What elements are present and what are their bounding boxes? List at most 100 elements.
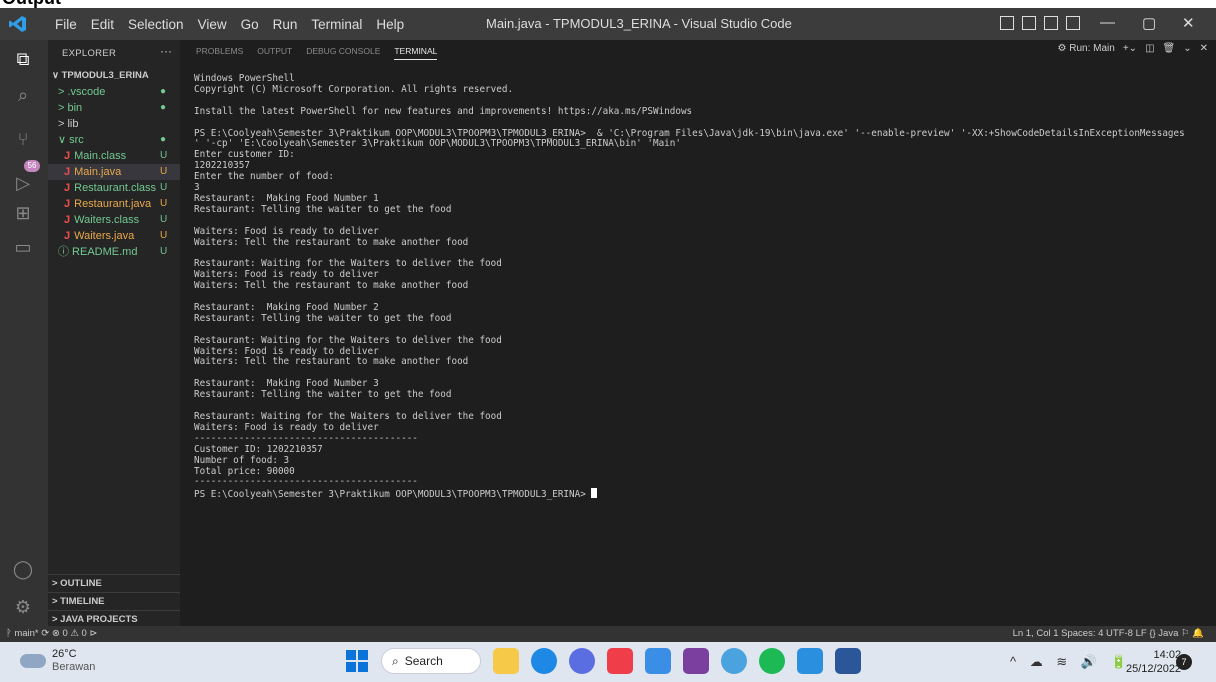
menu-edit[interactable]: Edit [84, 17, 121, 32]
windows-taskbar: 26°C Berawan ⌕ Search ^ ☁ ≋ 🔊 🔋 14:02 25/12… [0, 642, 1216, 682]
weather-widget[interactable]: 26°C Berawan [20, 648, 95, 674]
java-file-icon: J [64, 198, 71, 210]
tree-item-label: Restaurant.class [74, 182, 157, 194]
workspace-root[interactable]: ∨ TPMODUL3_ERINA [48, 68, 180, 84]
menu-selection[interactable]: Selection [121, 17, 191, 32]
terminal-output[interactable]: Windows PowerShell Copyright (C) Microsof… [194, 73, 1214, 501]
browser-icon[interactable] [569, 648, 595, 674]
outline-section[interactable]: > OUTLINE [48, 574, 180, 593]
tree-item[interactable]: ⓘ README.md U [48, 244, 180, 260]
terminal-line: Waiters: Tell the restaurant to make ano… [194, 236, 469, 248]
taskbar-search[interactable]: ⌕ Search [381, 648, 481, 674]
tree-item[interactable]: J Main.class U [48, 148, 180, 164]
split-terminal-icon[interactable]: ◫ [1145, 43, 1154, 54]
toggle-secondary-sidebar-icon[interactable] [1044, 16, 1058, 30]
taskbar-apps: ⌕ Search [345, 648, 861, 674]
restore-icon[interactable]: ▢ [1142, 14, 1156, 32]
toggle-panel-icon[interactable] [1022, 16, 1036, 30]
more-actions-icon[interactable]: ··· [160, 44, 172, 58]
git-status: U [160, 182, 168, 193]
file-explorer-icon[interactable] [493, 648, 519, 674]
menu-file[interactable]: File [48, 17, 84, 32]
explorer-icon[interactable]: ⧉ [12, 48, 34, 70]
terminal-line: ---------------------------------------- [194, 476, 418, 488]
run-main-label[interactable]: ⚙ Run: Main [1058, 43, 1115, 54]
menu-go[interactable]: Go [234, 17, 266, 32]
app-icon[interactable] [607, 648, 633, 674]
windows-start-icon[interactable] [345, 649, 369, 673]
tree-item-label: > lib [58, 118, 79, 130]
close-icon[interactable]: ✕ [1182, 14, 1195, 32]
tab-output[interactable]: OUTPUT [257, 46, 292, 60]
search-icon: ⌕ [392, 653, 399, 668]
tab-terminal[interactable]: TERMINAL [394, 46, 438, 60]
tree-item-label: Main.java [74, 166, 122, 178]
source-control-badge: 56 [24, 160, 40, 172]
tree-item[interactable]: J Restaurant.class U [48, 180, 180, 196]
terminal-line: Enter the number of food: [194, 171, 334, 183]
testing-icon[interactable]: ▭ [12, 236, 34, 258]
customize-layout-icon[interactable] [1066, 16, 1080, 30]
vscode-taskbar-icon[interactable] [797, 648, 823, 674]
terminal-line: Restaurant: Waiting for the Waiters to d… [194, 334, 502, 346]
menu-view[interactable]: View [191, 17, 234, 32]
tree-item[interactable]: > lib [48, 116, 180, 132]
tree-item-label: > .vscode [58, 86, 106, 98]
onenote-icon[interactable] [683, 648, 709, 674]
tree-item[interactable]: J Main.java U [48, 164, 180, 180]
git-status: ● [160, 86, 167, 97]
tree-item[interactable]: > .vscode ● [48, 84, 180, 100]
tree-item[interactable]: J Waiters.class U [48, 212, 180, 228]
panel-tabs: PROBLEMS OUTPUT DEBUG CONSOLE TERMINAL [196, 46, 438, 60]
spotify-icon[interactable] [759, 648, 785, 674]
tree-item-label: Main.class [74, 150, 127, 162]
tree-item-label: Restaurant.java [74, 198, 152, 210]
menu-help[interactable]: Help [369, 17, 411, 32]
minimize-icon[interactable]: — [1100, 14, 1115, 31]
activity-bar: ⧉ ⌕ ⑂ 56 ▷ ⊞ ▭ ◯ ⚙ [0, 40, 48, 626]
menu-terminal[interactable]: Terminal [304, 17, 369, 32]
menu-run[interactable]: Run [266, 17, 305, 32]
terminal-line: Enter customer ID: [194, 149, 295, 161]
word-icon[interactable] [835, 648, 861, 674]
git-status: U [160, 150, 168, 161]
chrome-icon[interactable] [531, 648, 557, 674]
clock-date: 25/12/2022 [1126, 663, 1182, 675]
timeline-section[interactable]: > TIMELINE [48, 592, 180, 611]
notification-badge[interactable]: 7 [1176, 654, 1192, 670]
tree-item[interactable]: J Waiters.java U [48, 228, 180, 244]
close-panel-icon[interactable]: ✕ [1200, 43, 1208, 54]
tab-debug-console[interactable]: DEBUG CONSOLE [306, 46, 380, 60]
toggle-sidebar-icon[interactable] [1000, 16, 1014, 30]
kill-terminal-icon[interactable]: 🗑 [1163, 43, 1176, 54]
clock[interactable]: 14:02 25/12/2022 [1126, 648, 1181, 676]
account-icon[interactable]: ◯ [12, 558, 34, 580]
system-tray-icons[interactable]: ^ ☁ ≋ 🔊 🔋 [1010, 654, 1132, 670]
status-bar: ᚹ main* ⟳ ⊗ 0 ⚠ 0 ⊳ Ln 1, Col 1 Spaces: … [0, 626, 1216, 642]
tree-item-label: ∨ src [58, 134, 84, 146]
search-icon[interactable]: ⌕ [12, 84, 34, 106]
new-terminal-icon[interactable]: +⌄ [1123, 43, 1137, 54]
java-file-icon: J [64, 230, 71, 242]
extensions-icon[interactable]: ⊞ [12, 202, 34, 224]
run-debug-icon[interactable]: ▷ [12, 172, 34, 194]
cloud-icon [20, 654, 46, 668]
tree-item[interactable]: > bin ● [48, 100, 180, 116]
panel-toolbar: ⚙ Run: Main +⌄ ◫ 🗑 ⌄ ✕ [1058, 43, 1208, 54]
maximize-panel-icon[interactable]: ⌄ [1183, 43, 1191, 54]
clock-time: 14:02 [1153, 649, 1182, 661]
chrome-alt-icon[interactable] [721, 648, 747, 674]
terminal-line: 1202210357 [194, 160, 250, 172]
source-control-icon[interactable]: ⑂ [12, 128, 34, 150]
app-icon-2[interactable] [645, 648, 671, 674]
tree-item[interactable]: ∨ src ● [48, 132, 180, 148]
settings-gear-icon[interactable]: ⚙ [12, 596, 34, 618]
status-right[interactable]: Ln 1, Col 1 Spaces: 4 UTF-8 LF {} Java ⚐… [1013, 626, 1204, 642]
git-status: ● [160, 102, 167, 113]
terminal-line: Copyright (C) Microsoft Corporation. All… [194, 83, 514, 95]
status-left[interactable]: ᚹ main* ⟳ ⊗ 0 ⚠ 0 ⊳ [6, 626, 97, 642]
terminal-line: Restaurant: Telling the waiter to get th… [194, 203, 452, 215]
tree-item[interactable]: J Restaurant.java U [48, 196, 180, 212]
terminal-line: Install the latest PowerShell for new fe… [194, 105, 693, 117]
tab-problems[interactable]: PROBLEMS [196, 46, 243, 60]
